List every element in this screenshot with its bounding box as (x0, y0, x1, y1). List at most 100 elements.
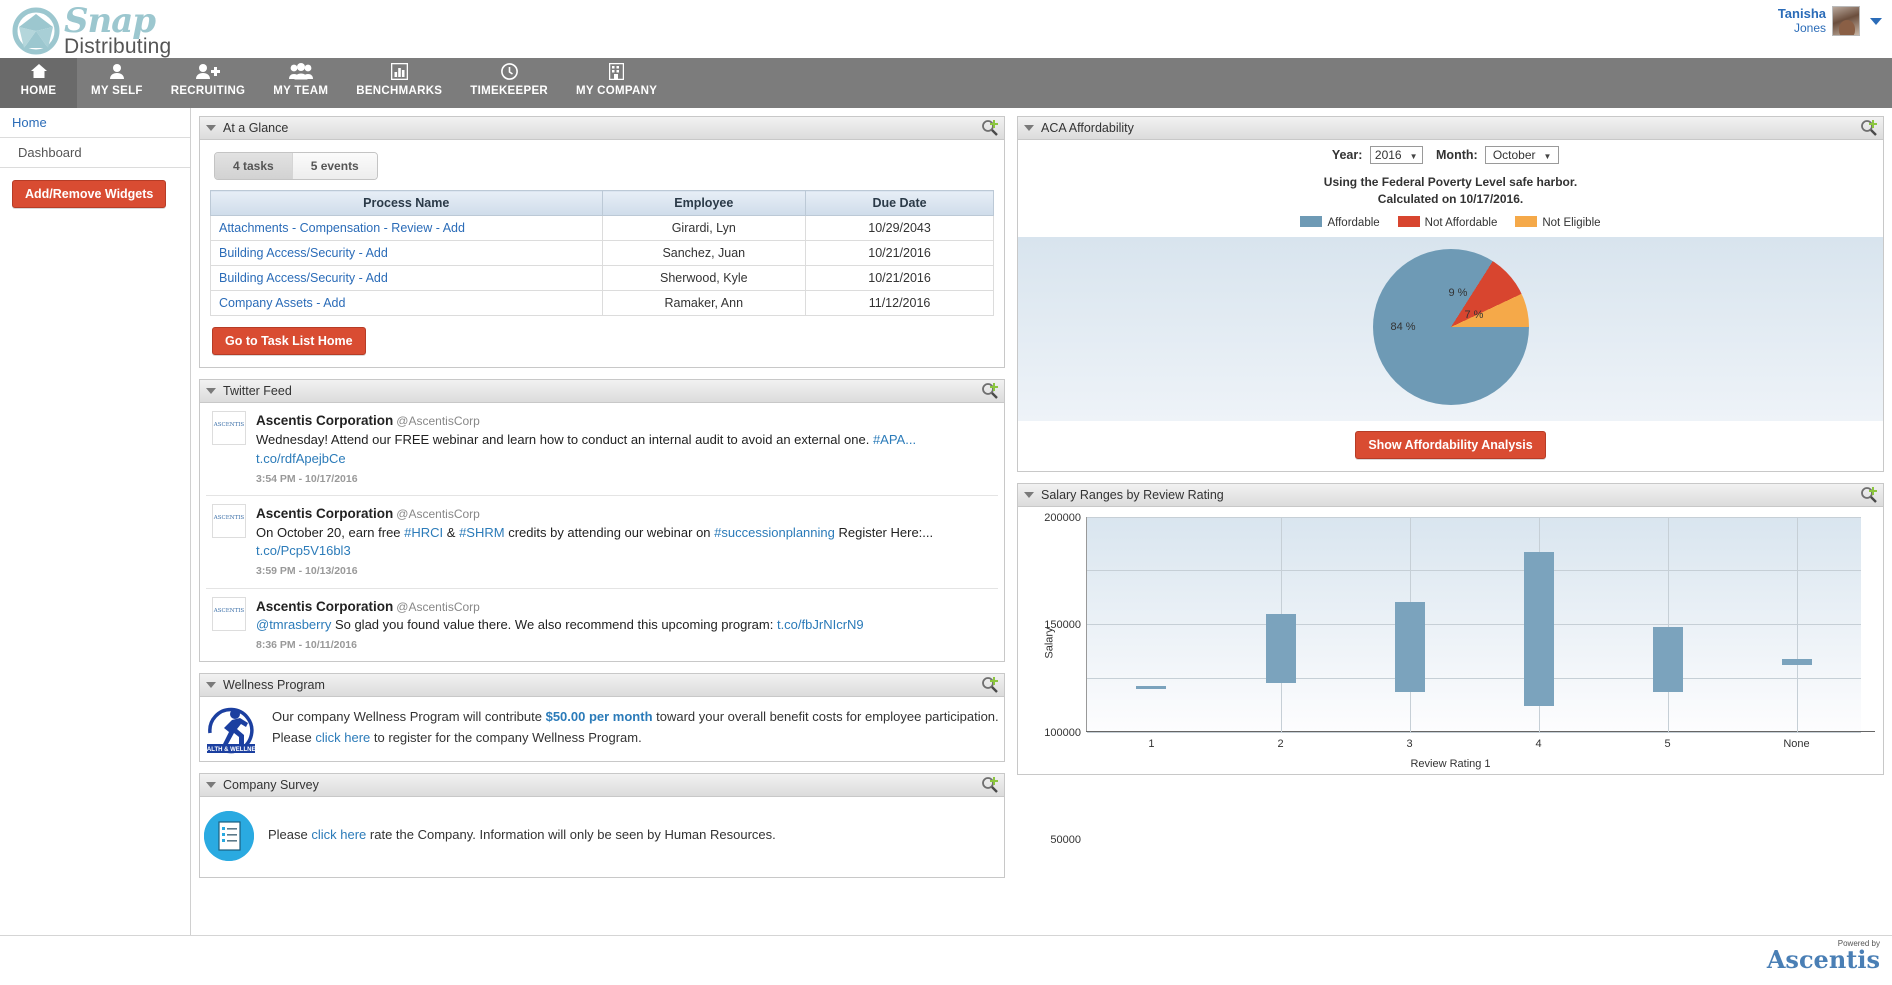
triangle-down-icon[interactable] (206, 388, 216, 394)
year-select[interactable]: 2016 ▼ (1369, 146, 1423, 164)
sidebar-item-home[interactable]: Home (0, 108, 190, 137)
widget-content: Please click here rate the Company. Info… (200, 797, 1004, 877)
nav-item-my-self[interactable]: MY SELF (77, 58, 157, 108)
tweet-body: Ascentis Corporation @AscentisCorp On Oct… (256, 504, 994, 580)
sidebar-section-dashboard: Dashboard (0, 138, 190, 168)
triangle-down-icon[interactable] (1024, 491, 1034, 498)
cell-process-name[interactable]: Building Access/Security - Add (210, 240, 603, 266)
tweet-link[interactable]: t.co/rdfApejbCe (256, 451, 346, 466)
triangle-down-icon[interactable] (206, 682, 216, 689)
aca-note: Using the Federal Poverty Level safe har… (1018, 174, 1883, 208)
tweet-author-line: Ascentis Corporation @AscentisCorp (256, 504, 994, 524)
tweet-author-line: Ascentis Corporation @AscentisCorp (256, 597, 994, 617)
show-affordability-analysis-button[interactable]: Show Affordability Analysis (1355, 430, 1546, 459)
hashtag-link[interactable]: #successionplanning (714, 525, 835, 540)
pie-chart-area: 84 % 9 % 7 % (1018, 236, 1883, 421)
widget-content: Year: 2016 ▼ Month: October ▼ Using the Fe… (1018, 140, 1883, 471)
wellness-register-link[interactable]: click here (315, 730, 370, 745)
process-link[interactable]: Company Assets - Add (219, 296, 345, 310)
chart-bar[interactable] (1136, 685, 1167, 689)
affordability-pie-chart[interactable]: 84 % 9 % 7 % (1372, 248, 1529, 405)
legend-label: Not Eligible (1542, 216, 1601, 229)
cell-due-date: 10/21/2016 (805, 265, 994, 291)
nav-label: RECRUITING (170, 85, 246, 97)
magnifier-plus-icon[interactable] (981, 776, 999, 794)
footer: Powered by Ascentis (0, 935, 1892, 985)
chart-bar[interactable] (1523, 552, 1554, 706)
tweet-link-line: t.co/rdfApejbCe (256, 450, 994, 469)
month-select[interactable]: October ▼ (1485, 146, 1560, 164)
nav-item-timekeeper[interactable]: TIMEKEEPER (456, 58, 562, 108)
avatar[interactable] (1832, 6, 1860, 36)
cell-process-name[interactable]: Building Access/Security - Add (210, 265, 603, 291)
tab-tasks[interactable]: 4 tasks (215, 153, 293, 179)
dashboard-main: At a Glance 4 tasks 5 events Process Nam… (191, 108, 1892, 954)
cell-process-name[interactable]: Company Assets - Add (210, 290, 603, 316)
aca-note-line-2: Calculated on 10/17/2016. (1377, 191, 1524, 206)
widget-content: ASCENTIS Ascentis Corporation @AscentisCo… (200, 403, 1004, 661)
triangle-down-icon[interactable] (206, 782, 216, 789)
nav-label: MY SELF (91, 85, 143, 97)
chevron-down-icon[interactable] (1870, 17, 1882, 25)
tweet-link[interactable]: t.co/fbJrNIcrN9 (777, 617, 864, 632)
list-item: ASCENTIS Ascentis Corporation @AscentisCo… (206, 403, 998, 496)
magnifier-plus-icon[interactable] (1860, 486, 1878, 504)
magnifier-plus-icon[interactable] (981, 676, 999, 694)
table-row: Company Assets - Add Ramaker, Ann 11/12/… (210, 290, 994, 316)
tweet-author-line: Ascentis Corporation @AscentisCorp (256, 411, 994, 431)
widget-header: Company Survey (200, 774, 1004, 798)
cell-due-date: 10/21/2016 (805, 240, 994, 266)
tab-events[interactable]: 5 events (292, 153, 377, 179)
person-plus-icon (171, 63, 246, 83)
chart-bar[interactable] (1394, 601, 1425, 692)
triangle-down-icon[interactable] (1024, 125, 1034, 131)
tweet-link[interactable]: t.co/Pcp5V16bl3 (256, 543, 351, 558)
tweet-text: On October 20, earn free #HRCI & #SHRM c… (256, 524, 994, 543)
nav-item-recruiting[interactable]: RECRUITING (157, 58, 260, 108)
process-link[interactable]: Building Access/Security - Add (219, 271, 388, 285)
year-label: Year: (1331, 148, 1363, 162)
triangle-down-icon[interactable] (206, 125, 216, 131)
clipboard-survey-icon (204, 811, 254, 862)
go-to-task-list-home-button[interactable]: Go to Task List Home (212, 327, 366, 355)
survey-link[interactable]: click here (311, 827, 366, 842)
magnifier-plus-icon[interactable] (981, 382, 999, 400)
process-link[interactable]: Building Access/Security - Add (219, 246, 388, 260)
hashtag-link[interactable]: #SHRM (459, 525, 505, 540)
widget-wellness-program: Wellness Program HEALTH & WELLNESS (199, 673, 1005, 763)
magnifier-plus-icon[interactable] (981, 119, 999, 137)
user-menu[interactable]: Tanisha Jones (1778, 6, 1882, 36)
process-link[interactable]: Attachments - Compensation - Review - Ad… (219, 221, 465, 235)
tweet-handle: @AscentisCorp (396, 599, 480, 614)
salary-range-chart[interactable]: 050000 100000 150000 200000 1 2 3 4 5 None (1044, 512, 1875, 954)
nav-item-my-team[interactable]: MY TEAM (259, 58, 342, 108)
nav-item-benchmarks[interactable]: BENCHMARKS (342, 58, 456, 108)
task-table: Process Name Employee Due Date Attachmen… (210, 190, 994, 316)
chart-bar[interactable] (1265, 614, 1296, 684)
tweet-link-line: t.co/Pcp5V16bl3 (256, 542, 994, 561)
hashtag-link[interactable]: #HRCI (404, 525, 443, 540)
magnifier-plus-icon[interactable] (1860, 119, 1878, 137)
chart-bar[interactable] (1781, 658, 1812, 665)
legend-item-affordable: Affordable (1300, 215, 1380, 229)
widget-title: Salary Ranges by Review Rating (1041, 487, 1224, 502)
top-bar: Snap Distributing Tanisha Jones (0, 0, 1892, 58)
mention-link[interactable]: @tmrasberry (256, 617, 331, 632)
column-employee[interactable]: Employee (601, 190, 807, 216)
cell-due-date: 11/12/2016 (805, 290, 994, 316)
list-item: ASCENTIS Ascentis Corporation @AscentisCo… (206, 589, 998, 662)
month-label: Month: (1436, 148, 1478, 162)
chart-y-axis-label: Salary (1043, 627, 1056, 659)
column-due-date[interactable]: Due Date (805, 190, 994, 216)
chart-bar[interactable] (1652, 627, 1683, 692)
hashtag-link[interactable]: #APA... (873, 432, 916, 447)
nav-item-home[interactable]: HOME (0, 58, 77, 108)
cell-employee: Sanchez, Juan (601, 240, 807, 266)
column-process-name[interactable]: Process Name (210, 190, 603, 216)
add-remove-widgets-button[interactable]: Add/Remove Widgets (12, 180, 167, 208)
sidebar-item-dashboard[interactable]: Dashboard (0, 138, 190, 167)
app-logo[interactable]: Snap Distributing (12, 4, 171, 57)
cell-process-name[interactable]: Attachments - Compensation - Review - Ad… (210, 215, 603, 241)
nav-item-my-company[interactable]: MY COMPANY (562, 58, 671, 108)
nav-label: MY COMPANY (576, 85, 658, 97)
